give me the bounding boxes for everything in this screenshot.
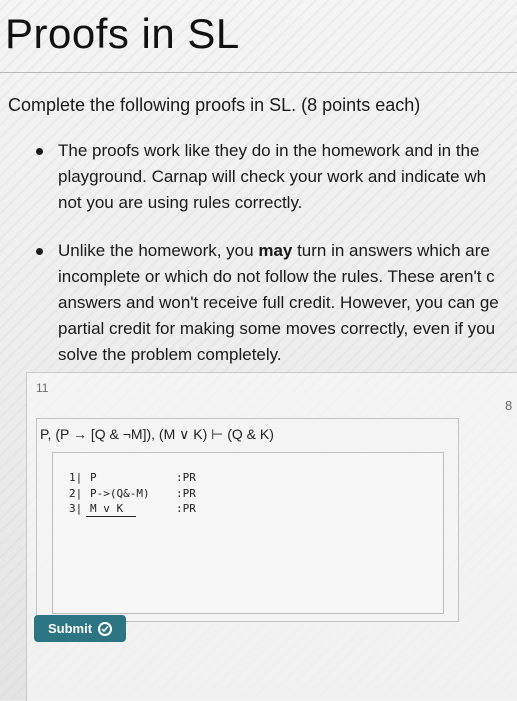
problem-statement: P, (P → [Q & ¬M]), (M ∨ K) ⊢ (Q & K)	[40, 426, 274, 442]
question-number: 11	[36, 381, 49, 395]
check-circle-icon	[98, 621, 113, 636]
proof-line-formula[interactable]: P	[90, 471, 97, 484]
proof-line-number: 1|	[69, 471, 83, 484]
instruction-line: partial credit for making some moves cor…	[58, 319, 496, 338]
page-subtitle: Complete the following proofs in SL. (8 …	[8, 95, 421, 115]
instruction-line: solve the problem completely.	[58, 345, 282, 364]
instruction-line-emphasis: Unlike the homework, you may turn in ans…	[58, 241, 490, 260]
proof-editor[interactable]	[52, 452, 444, 614]
bullet-dot	[36, 148, 43, 155]
proof-line-justification[interactable]: :PR	[176, 487, 196, 500]
instruction-line: incomplete or which do not follow the ru…	[58, 267, 495, 286]
proof-line-formula[interactable]: M v K	[90, 502, 123, 515]
title-divider	[0, 72, 517, 73]
proof-line-number: 3|	[69, 502, 83, 515]
proof-line-justification[interactable]: :PR	[176, 471, 196, 484]
instruction-line: answers and won't receive full credit. H…	[58, 293, 499, 312]
proof-line-formula[interactable]: P->(Q&-M)	[90, 487, 150, 500]
bullet-dot	[36, 248, 43, 255]
check-icon	[101, 625, 109, 632]
question-points: 8	[505, 398, 513, 413]
submit-label: Submit	[47, 621, 93, 636]
proof-line-number: 2|	[69, 487, 83, 500]
instruction-line: The proofs work like they do in the home…	[58, 141, 480, 160]
proof-line-justification[interactable]: :PR	[176, 502, 196, 515]
instruction-line: playground. Carnap will check your work …	[58, 167, 487, 186]
instruction-line: not you are using rules correctly.	[58, 193, 303, 212]
emphasis-word: may	[258, 241, 293, 260]
page-title: Proofs in SL	[5, 10, 240, 57]
premise-underline	[86, 516, 136, 517]
submit-button[interactable]: Submit	[34, 615, 126, 642]
